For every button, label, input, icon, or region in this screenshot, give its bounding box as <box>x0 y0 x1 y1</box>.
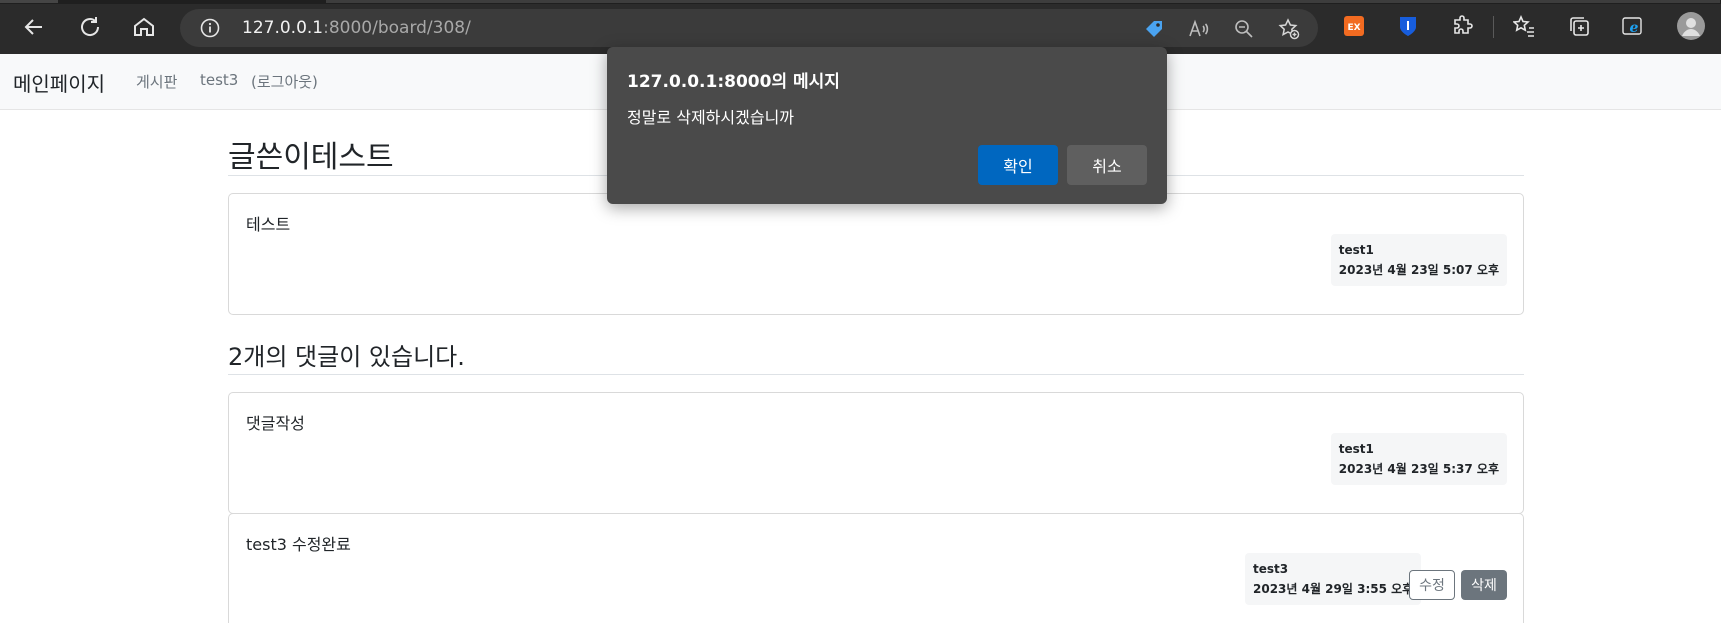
post-meta: test1 2023년 4월 23일 5:07 오후 <box>1330 234 1507 286</box>
comment-edit-button[interactable]: 수정 <box>1409 570 1455 600</box>
comment-date: 2023년 4월 29일 3:55 오후 <box>1253 582 1414 596</box>
post-title: 글쓴이테스트 <box>228 140 394 175</box>
comment-author: test1 <box>1338 442 1374 456</box>
home-icon[interactable] <box>128 11 160 43</box>
favorites-icon[interactable] <box>1512 14 1536 38</box>
dialog-message: 정말로 삭제하시겠습니까 <box>627 108 795 127</box>
toolbar-separator <box>1493 16 1494 38</box>
site-info-icon[interactable] <box>200 18 220 38</box>
url-path: :8000/board/308/ <box>323 18 471 38</box>
active-tab-hint[interactable] <box>0 0 58 3</box>
extensions-puzzle-icon[interactable] <box>1451 14 1475 38</box>
dialog-title: 127.0.0.1:8000의 메시지 <box>627 72 840 92</box>
comment-count-heading: 2개의 댓글이 있습니다. <box>228 343 465 371</box>
password-manager-shield-icon[interactable] <box>1396 14 1420 38</box>
comment-card: 댓글작성 test1 2023년 4월 23일 5:37 오후 <box>228 392 1524 514</box>
url-host: 127.0.0.1 <box>242 18 324 38</box>
confirm-dialog: 127.0.0.1:8000의 메시지 정말로 삭제하시겠습니까 확인 취소 <box>607 47 1167 204</box>
post-body: 테스트 <box>246 215 291 234</box>
back-icon[interactable] <box>18 11 50 43</box>
collections-icon[interactable] <box>1567 14 1591 38</box>
tab-strip <box>0 0 1721 4</box>
nav-link-logout[interactable]: (로그아웃) <box>251 71 318 92</box>
svg-text:e: e <box>1630 20 1639 36</box>
post-author: test1 <box>1338 243 1374 257</box>
browser-toolbar: 127.0.0.1:8000/board/308/ EX e <box>0 0 1721 54</box>
comments-divider <box>228 374 1524 375</box>
confirm-cancel-button[interactable]: 취소 <box>1067 145 1147 185</box>
comment-delete-button[interactable]: 삭제 <box>1461 570 1507 600</box>
svg-text:EX: EX <box>1347 23 1360 33</box>
post-card: 테스트 test1 2023년 4월 23일 5:07 오후 <box>228 193 1524 315</box>
tab-strip-fill <box>326 0 1720 3</box>
reload-icon[interactable] <box>74 11 106 43</box>
nav-link-board[interactable]: 게시판 <box>136 71 177 92</box>
read-aloud-icon[interactable] <box>1187 18 1209 40</box>
comment-body: 댓글작성 <box>246 414 305 433</box>
comment-body: test3 수정완료 <box>246 535 351 554</box>
comment-card: test3 수정완료 test3 2023년 4월 29일 3:55 오후 수정… <box>228 513 1524 623</box>
profile-avatar-icon[interactable] <box>1676 11 1706 41</box>
nav-link-username[interactable]: test3 <box>200 71 238 89</box>
url-text[interactable]: 127.0.0.1:8000/board/308/ <box>242 18 471 38</box>
extension-ex-icon[interactable]: EX <box>1342 14 1366 38</box>
brand-link[interactable]: 메인페이지 <box>13 68 105 97</box>
internet-explorer-mode-icon[interactable]: e <box>1621 14 1645 38</box>
comment-meta: test1 2023년 4월 23일 5:37 오후 <box>1330 433 1507 485</box>
comment-date: 2023년 4월 23일 5:37 오후 <box>1338 462 1499 476</box>
comment-author: test3 <box>1253 562 1289 576</box>
post-date: 2023년 4월 23일 5:07 오후 <box>1338 263 1499 277</box>
confirm-ok-button[interactable]: 확인 <box>978 145 1058 185</box>
comment-meta: test3 2023년 4월 29일 3:55 오후 <box>1245 553 1422 605</box>
zoom-out-icon[interactable] <box>1233 18 1255 40</box>
price-tag-icon[interactable] <box>1143 18 1165 40</box>
address-bar[interactable]: 127.0.0.1:8000/board/308/ <box>180 9 1318 47</box>
add-favorite-icon[interactable] <box>1278 18 1300 40</box>
